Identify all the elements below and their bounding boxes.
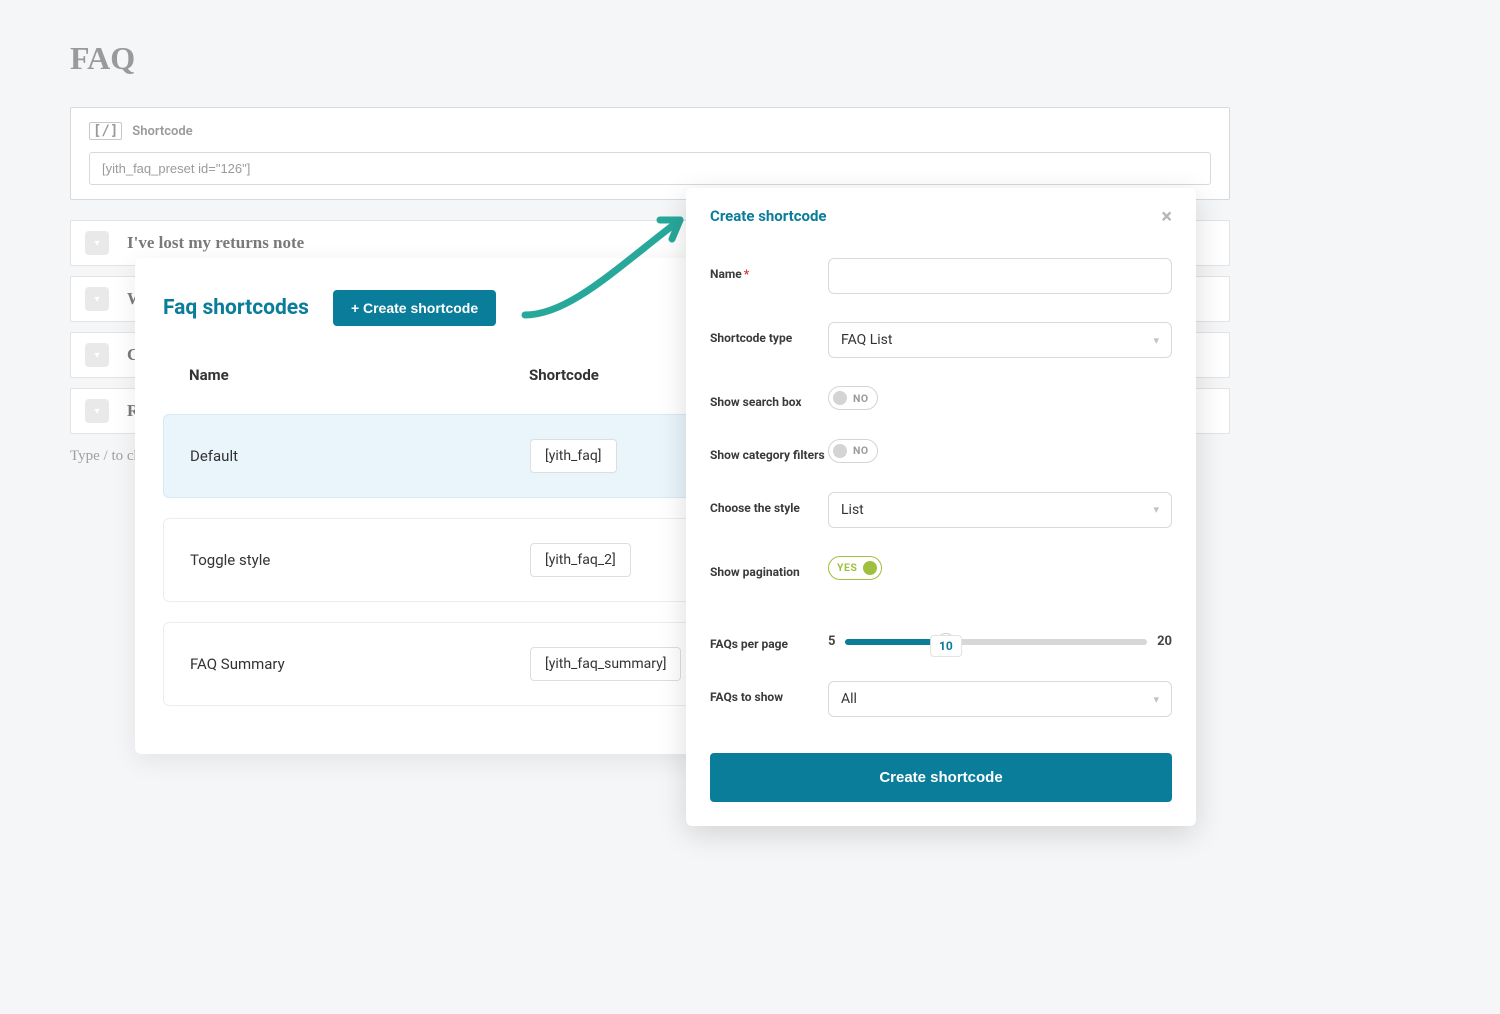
chevron-down-icon: ▾ [1153,503,1159,516]
category-label: Show category filters [710,439,828,464]
show-select[interactable]: All ▾ [828,681,1172,717]
chevron-down-icon[interactable]: ▾ [85,343,109,367]
chevron-down-icon: ▾ [1153,693,1159,706]
row-name: FAQ Summary [190,655,530,673]
slider-value-badge: 10 [930,635,962,657]
create-shortcode-modal: Create shortcode × Name* Shortcode type … [686,188,1196,826]
pagination-toggle[interactable]: YES [828,556,882,580]
shortcode-icon: [/] [89,122,122,140]
submit-button[interactable]: Create shortcode [710,753,1172,802]
style-select[interactable]: List ▾ [828,492,1172,528]
row-shortcode[interactable]: [yith_faq_summary] [530,647,681,681]
row-shortcode[interactable]: [yith_faq_2] [530,543,631,577]
slider-min: 5 [828,634,835,649]
shortcode-panel: [/] Shortcode [70,107,1230,200]
shortcode-input[interactable] [89,152,1211,185]
name-label: Name* [710,258,828,283]
chevron-down-icon[interactable]: ▾ [85,231,109,255]
shortcode-label: Shortcode [132,124,192,139]
create-shortcode-button[interactable]: + Create shortcode [333,290,496,326]
show-value: All [841,691,857,707]
name-field[interactable] [828,258,1172,294]
style-label: Choose the style [710,492,828,517]
type-label: Shortcode type [710,322,828,347]
modal-title: Create shortcode [710,207,827,225]
slider-track[interactable]: 10 [845,639,1147,645]
search-label: Show search box [710,386,828,411]
style-value: List [841,502,864,518]
page-title: FAQ [70,40,1230,77]
toggle-value: YES [837,561,857,574]
column-name: Name [189,366,529,384]
perpage-label: FAQs per page [710,608,828,653]
chevron-down-icon[interactable]: ▾ [85,287,109,311]
chevron-down-icon[interactable]: ▾ [85,399,109,423]
toggle-value: NO [853,444,869,457]
toggle-knob [863,561,877,575]
accordion-title: I've lost my returns note [127,233,304,253]
row-name: Toggle style [190,551,530,569]
category-toggle[interactable]: NO [828,439,878,463]
show-label: FAQs to show [710,681,828,706]
shortcodes-card-title: Faq shortcodes [163,296,309,320]
type-select[interactable]: FAQ List ▾ [828,322,1172,358]
slider-max: 20 [1157,634,1172,649]
row-shortcode[interactable]: [yith_faq] [530,439,617,473]
shortcode-label-row: [/] Shortcode [89,122,1211,140]
chevron-down-icon: ▾ [1153,334,1159,347]
toggle-value: NO [853,392,869,405]
toggle-knob [833,444,847,458]
row-name: Default [190,447,530,465]
pagination-label: Show pagination [710,556,828,581]
perpage-slider[interactable]: 5 10 20 [828,608,1172,649]
toggle-knob [833,391,847,405]
close-icon[interactable]: × [1161,206,1172,226]
search-toggle[interactable]: NO [828,386,878,410]
type-value: FAQ List [841,332,893,348]
